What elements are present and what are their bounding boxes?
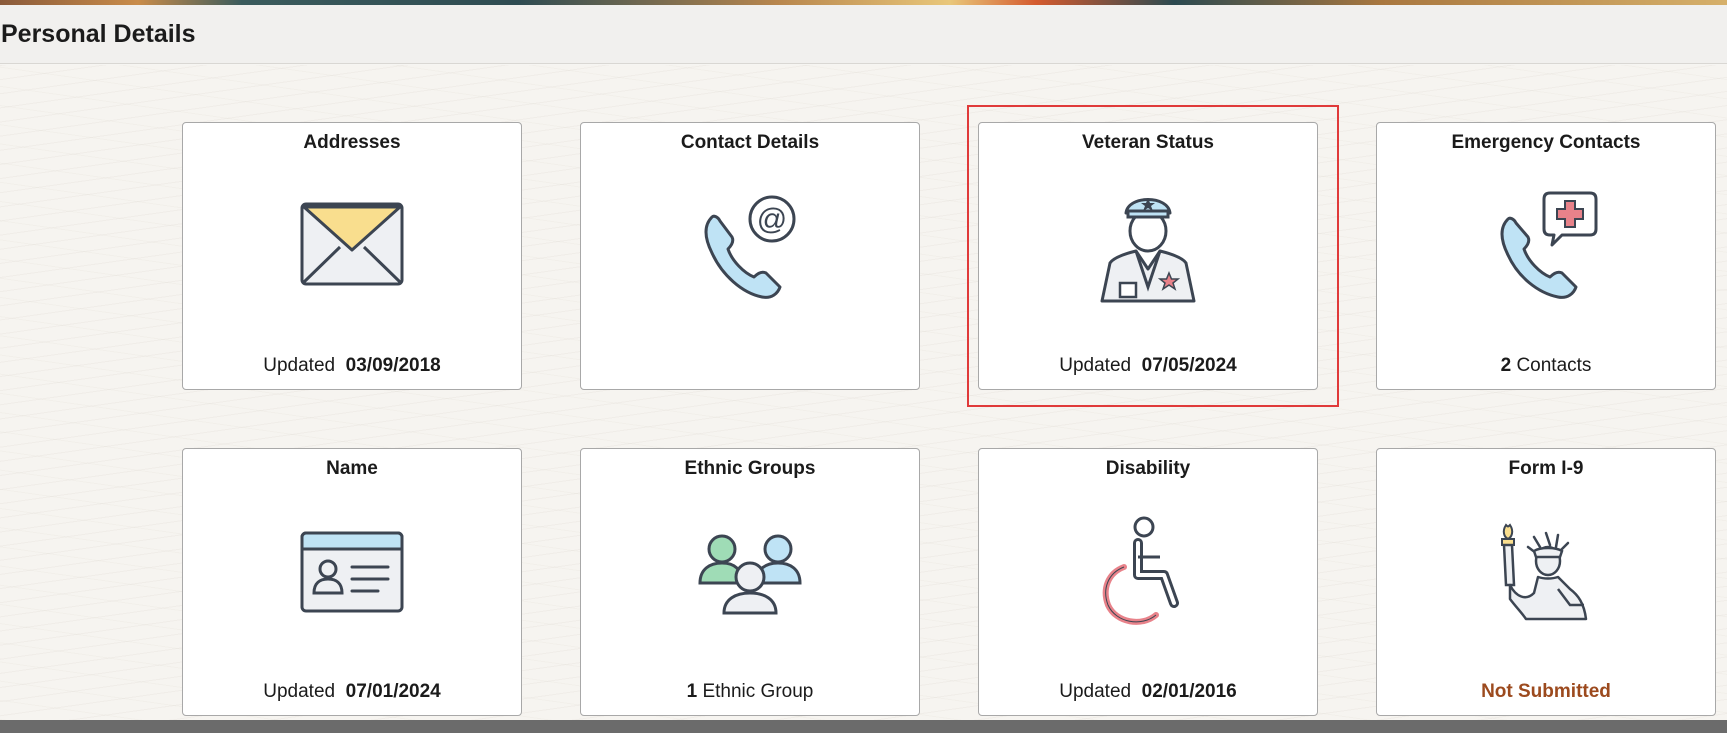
statue-of-liberty-icon [1486,513,1606,633]
tile-footer: Updated 07/05/2024 [979,355,1317,377]
footer-count: 1 [686,681,698,702]
footer-date: 07/05/2024 [1141,355,1237,376]
tile-name[interactable]: Name Updated 07/01/2024 [182,448,522,716]
page-title: Personal Details [1,20,196,48]
wheelchair-icon [1088,513,1208,633]
tile-footer: Updated 03/09/2018 [183,355,521,377]
tile-ethnic-groups[interactable]: Ethnic Groups 1 Ethnic Group [580,448,920,716]
tile-title: Name [326,458,378,479]
people-group-icon [690,513,810,633]
footer-label: Contacts [1516,355,1592,376]
phone-at-icon: @ [690,187,810,307]
phone-medical-icon [1486,187,1606,307]
tile-veteran-status[interactable]: Veteran Status Updated 07/05/2024 [978,122,1318,390]
tile-title: Disability [1105,458,1191,479]
footer-date: 02/01/2016 [1141,681,1237,702]
bottom-bar [0,720,1727,733]
tile-title: Form I-9 [1508,458,1584,479]
footer-label: Updated [263,681,336,702]
tile-emergency-contacts[interactable]: Emergency Contacts 2 Contacts [1376,122,1716,390]
tile-addresses[interactable]: Addresses Updated 03/09/2018 [182,122,522,390]
tile-title: Contact Details [680,132,820,153]
tile-footer: 1 Ethnic Group [581,681,919,703]
tile-title: Emergency Contacts [1451,132,1641,153]
footer-label: Updated [263,355,336,376]
tile-contact-details[interactable]: Contact Details @ [580,122,920,390]
svg-text:@: @ [757,203,787,236]
envelope-icon [292,187,412,307]
tile-footer: 2 Contacts [1377,355,1715,377]
footer-label: Ethnic Group [702,681,814,702]
footer-count: 2 [1500,355,1512,376]
footer-label: Updated [1059,355,1132,376]
officer-icon [1088,187,1208,307]
footer-date: 07/01/2024 [345,681,441,702]
id-card-icon [292,513,412,633]
tile-disability[interactable]: Disability Updated 02/01/2016 [978,448,1318,716]
tile-title: Addresses [303,132,401,153]
status-not-submitted: Not Submitted [1481,681,1611,702]
footer-date: 03/09/2018 [345,355,441,376]
tile-form-i9[interactable]: Form I-9 Not Submitted [1376,448,1716,716]
tile-footer: Updated 07/01/2024 [183,681,521,703]
footer-label: Updated [1059,681,1132,702]
tile-footer: Updated 02/01/2016 [979,681,1317,703]
page-header: Personal Details [0,5,1727,64]
tile-footer: Not Submitted [1377,681,1715,703]
tile-title: Ethnic Groups [684,458,816,479]
tile-title: Veteran Status [1082,132,1214,153]
